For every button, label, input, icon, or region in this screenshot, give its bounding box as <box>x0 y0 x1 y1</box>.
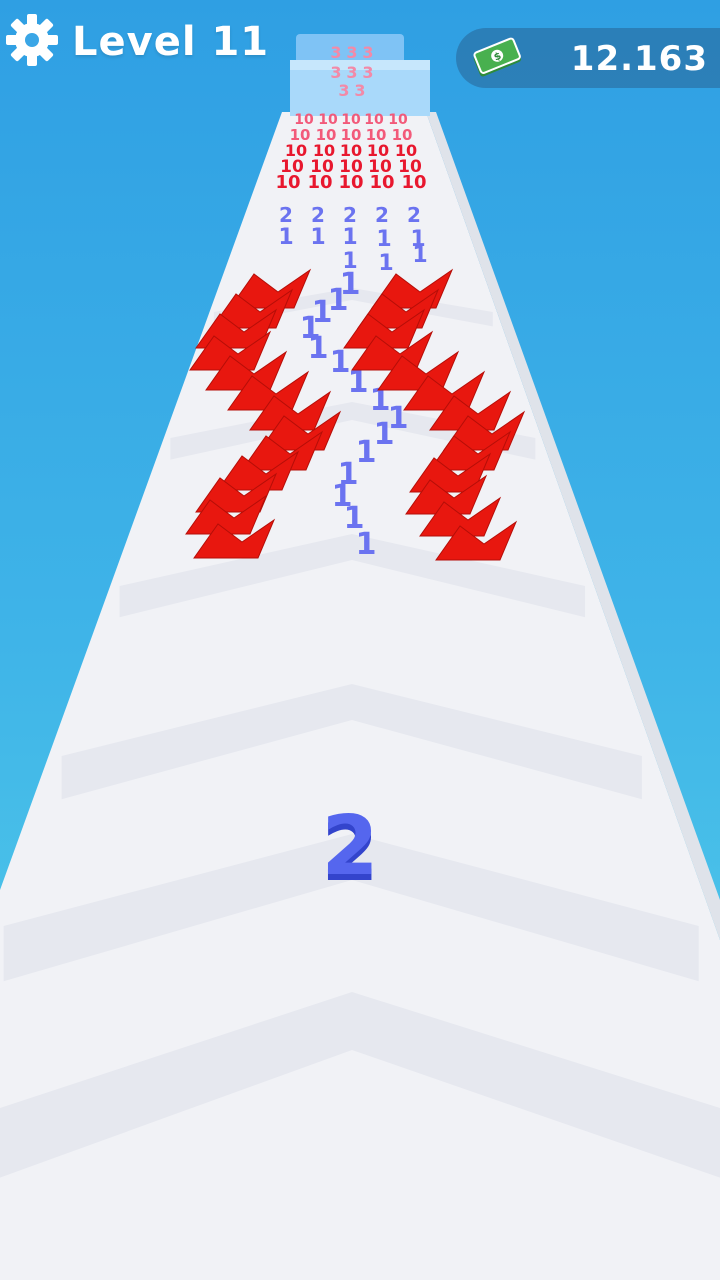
blue-number: 1 <box>342 225 357 250</box>
finish-block-number: 3 <box>338 81 349 100</box>
blue-number: 2 <box>279 203 293 227</box>
blue-number: 1 <box>278 225 293 250</box>
enemy-number: 10 <box>275 172 300 193</box>
cash-bill-icon: $ <box>473 37 521 77</box>
finish-block-number: 3 <box>346 43 357 62</box>
finish-block-number: 3 <box>354 81 365 100</box>
finish-blocks <box>290 34 430 116</box>
blue-number: 1 <box>356 435 377 470</box>
player-number-face: 2 <box>321 799 378 894</box>
game-scene: 3 3 33 3 33 3 10 10 10 10 1010 10 10 10 1010 10 10 10 101… <box>0 34 720 1280</box>
blue-number: 2 <box>375 203 389 227</box>
blue-number: 1 <box>308 331 329 366</box>
blue-number: 2 <box>407 203 421 227</box>
currency-value: 12.163 <box>570 39 708 79</box>
blue-number: 1 <box>310 225 325 250</box>
finish-block-number: 3 <box>362 63 373 82</box>
finish-block-number: 3 <box>330 43 341 62</box>
level-label: Level 11 <box>72 19 270 65</box>
blue-number: 1 <box>412 243 427 268</box>
blue-number: 1 <box>376 227 391 252</box>
gear-icon <box>6 14 58 66</box>
player-number: 2 2 <box>321 799 378 900</box>
blue-number: 1 <box>378 251 393 276</box>
enemy-number: 10 <box>307 172 332 193</box>
enemy-number: 10 <box>338 172 363 193</box>
enemy-number: 10 <box>369 172 394 193</box>
finish-block-number: 3 <box>330 63 341 82</box>
enemy-number-group: 10 10 10 10 1010 10 10 10 1010 10 10 10 1010 10 10 10 10… <box>275 112 426 193</box>
blue-number: 2 <box>343 203 357 227</box>
finish-block-number: 3 <box>346 63 357 82</box>
currency-panel: $ 12.163 <box>456 28 720 88</box>
blue-number: 1 <box>374 417 395 452</box>
enemy-number: 10 <box>401 172 426 193</box>
settings-button[interactable] <box>4 12 60 68</box>
blue-number: 2 <box>311 203 325 227</box>
blue-number: 1 <box>356 527 377 562</box>
finish-block-number: 3 <box>362 43 373 62</box>
